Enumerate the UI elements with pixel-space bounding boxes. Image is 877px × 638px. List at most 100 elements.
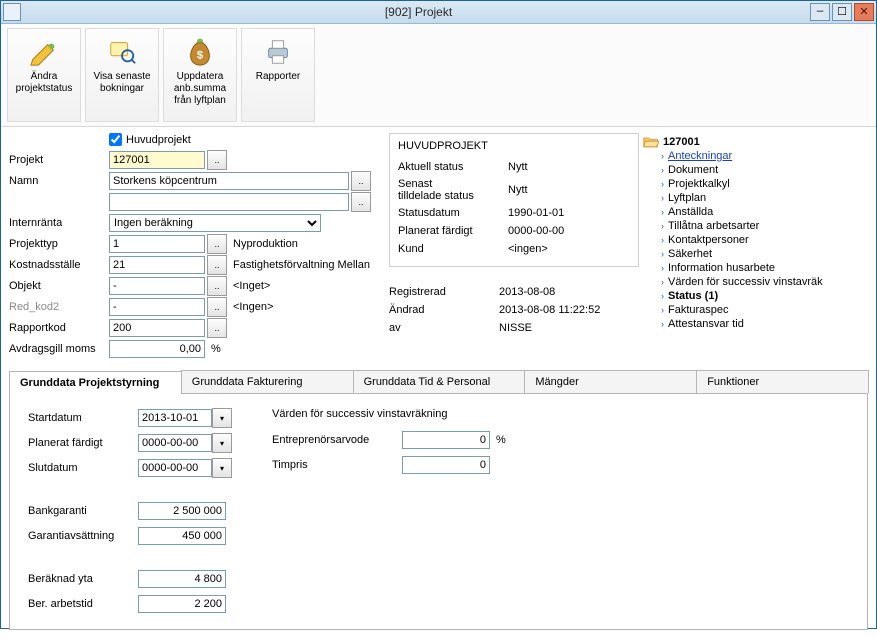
aktuell-status-value: Nytt bbox=[508, 161, 528, 173]
huvudprojekt-checkbox[interactable] bbox=[109, 133, 122, 146]
redkod-picker[interactable]: .. bbox=[207, 297, 227, 317]
toolbtn-label: Ändra projektstatus bbox=[16, 71, 73, 95]
namn-input[interactable] bbox=[109, 172, 349, 190]
status-header: HUVUDPROJEKT bbox=[398, 140, 630, 152]
ent-unit: % bbox=[496, 434, 506, 446]
objekt-input[interactable] bbox=[109, 277, 205, 295]
av-value: NISSE bbox=[499, 322, 532, 334]
change-status-button[interactable]: Ändra projektstatus bbox=[7, 28, 81, 122]
ent-input[interactable] bbox=[402, 431, 490, 449]
tree-dokument[interactable]: ›Dokument bbox=[643, 163, 864, 177]
tab-fakturering[interactable]: Grunddata Fakturering bbox=[181, 370, 354, 393]
namn-picker[interactable]: .. bbox=[351, 171, 371, 191]
planerat-value: 0000-00-00 bbox=[508, 225, 564, 237]
kostnadsstalle-picker[interactable]: .. bbox=[207, 255, 227, 275]
bankgaranti-input[interactable] bbox=[138, 502, 226, 520]
tab-projektstyrning[interactable]: Grunddata Projektstyrning bbox=[9, 371, 182, 394]
yta-input[interactable] bbox=[138, 570, 226, 588]
registrerad-label: Registrerad bbox=[389, 286, 499, 298]
yta-label: Beräknad yta bbox=[28, 573, 138, 585]
kostnadsstalle-after: Fastighetsförvaltning Mellan bbox=[233, 259, 370, 271]
registrerad-value: 2013-08-08 bbox=[499, 286, 555, 298]
kostnadsstalle-label: Kostnadsställe bbox=[9, 259, 109, 271]
maximize-button[interactable]: ☐ bbox=[832, 3, 852, 21]
rapportkod-input[interactable] bbox=[109, 319, 205, 337]
arbetstid-input[interactable] bbox=[138, 595, 226, 613]
tree-kontaktpersoner[interactable]: ›Kontaktpersoner bbox=[643, 233, 864, 247]
projekt-picker[interactable]: .. bbox=[207, 150, 227, 170]
status-box: HUVUDPROJEKT Aktuell statusNytt Senast t… bbox=[389, 133, 639, 267]
projekttyp-picker[interactable]: .. bbox=[207, 234, 227, 254]
edit-status-icon bbox=[29, 37, 59, 67]
redkod-label: Red_kod2 bbox=[9, 301, 109, 313]
toolbtn-label: Uppdatera anb.summa från lyftplan bbox=[174, 71, 226, 107]
objekt-after: <Inget> bbox=[233, 280, 270, 292]
tree-arbetsarter[interactable]: ›Tillåtna arbetsarter bbox=[643, 219, 864, 233]
garantiavs-label: Garantiavsättning bbox=[28, 530, 138, 542]
internranta-select[interactable]: Ingen beräkning bbox=[109, 214, 321, 232]
slutdatum-input[interactable] bbox=[138, 459, 212, 477]
objekt-label: Objekt bbox=[9, 280, 109, 292]
statusdatum-value: 1990-01-01 bbox=[508, 207, 564, 219]
minimize-button[interactable]: — bbox=[810, 3, 830, 21]
redkod-after: <Ingen> bbox=[233, 301, 273, 313]
namn2-input[interactable] bbox=[109, 193, 349, 211]
tree-vinstavrak[interactable]: ›Värden för successiv vinstavräk bbox=[643, 275, 864, 289]
startdatum-dropdown[interactable]: ▾ bbox=[212, 408, 232, 428]
show-bookings-button[interactable]: Visa senaste bokningar bbox=[85, 28, 159, 122]
toolbtn-label: Rapporter bbox=[256, 71, 300, 83]
moms-input[interactable] bbox=[109, 340, 205, 358]
svg-text:$: $ bbox=[197, 50, 204, 62]
andrad-value: 2013-08-08 11:22:52 bbox=[499, 304, 600, 316]
planerat-fardigt-dropdown[interactable]: ▾ bbox=[212, 433, 232, 453]
projekt-input[interactable] bbox=[109, 151, 205, 169]
rapportkod-label: Rapportkod bbox=[9, 322, 109, 334]
objekt-picker[interactable]: .. bbox=[207, 276, 227, 296]
kostnadsstalle-input[interactable] bbox=[109, 256, 205, 274]
tree-fakturaspec[interactable]: ›Fakturaspec bbox=[643, 303, 864, 317]
planerat-fardigt-label: Planerat färdigt bbox=[28, 437, 138, 449]
money-bag-icon: $ bbox=[185, 37, 215, 67]
folder-open-icon bbox=[643, 135, 659, 149]
tree-projektkalkyl[interactable]: ›Projektkalkyl bbox=[643, 177, 864, 191]
close-button[interactable]: ✕ bbox=[854, 3, 874, 21]
tree-lyftplan[interactable]: ›Lyftplan bbox=[643, 191, 864, 205]
namn2-picker[interactable]: .. bbox=[351, 192, 371, 212]
kund-value: <ingen> bbox=[508, 243, 548, 255]
tab-mangder[interactable]: Mängder bbox=[524, 370, 697, 393]
kund-label: Kund bbox=[398, 243, 508, 255]
window-title: [902] Projekt bbox=[27, 5, 810, 19]
reports-button[interactable]: Rapporter bbox=[241, 28, 315, 122]
planerat-label: Planerat färdigt bbox=[398, 225, 508, 237]
slutdatum-dropdown[interactable]: ▾ bbox=[212, 458, 232, 478]
rapportkod-picker[interactable]: .. bbox=[207, 318, 227, 338]
garantiavs-input[interactable] bbox=[138, 527, 226, 545]
tree-status[interactable]: ›Status (1) bbox=[643, 289, 864, 303]
tree-anteckningar[interactable]: ›Anteckningar bbox=[643, 149, 864, 163]
huvudprojekt-label: Huvudprojekt bbox=[126, 134, 191, 146]
redkod-input[interactable] bbox=[109, 298, 205, 316]
timpris-input[interactable] bbox=[402, 456, 490, 474]
system-menu-icon[interactable] bbox=[3, 3, 21, 21]
aktuell-status-label: Aktuell status bbox=[398, 161, 508, 173]
update-sum-button[interactable]: $ Uppdatera anb.summa från lyftplan bbox=[163, 28, 237, 122]
tab-funktioner[interactable]: Funktioner bbox=[696, 370, 869, 393]
tab-tid-personal[interactable]: Grunddata Tid & Personal bbox=[353, 370, 526, 393]
tab-body: Startdatum▾ Planerat färdigt▾ Slutdatum▾… bbox=[9, 394, 868, 630]
tree-husarbete[interactable]: ›Information husarbete bbox=[643, 261, 864, 275]
startdatum-label: Startdatum bbox=[28, 412, 138, 424]
tree-root[interactable]: 127001 bbox=[643, 135, 864, 149]
senast-status-label: Senast tilldelade status bbox=[398, 178, 508, 202]
senast-status-value: Nytt bbox=[508, 184, 528, 196]
tree-attestansvar[interactable]: ›Attestansvar tid bbox=[643, 317, 864, 331]
startdatum-input[interactable] bbox=[138, 409, 212, 427]
tree-sakerhet[interactable]: ›Säkerhet bbox=[643, 247, 864, 261]
tree-anstallda[interactable]: ›Anställda bbox=[643, 205, 864, 219]
bankgaranti-label: Bankgaranti bbox=[28, 505, 138, 517]
av-label: av bbox=[389, 322, 499, 334]
andrad-label: Ändrad bbox=[389, 304, 499, 316]
projekttyp-input[interactable] bbox=[109, 235, 205, 253]
planerat-fardigt-input[interactable] bbox=[138, 434, 212, 452]
arbetstid-label: Ber. arbetstid bbox=[28, 598, 138, 610]
app-window: [902] Projekt — ☐ ✕ Ändra projektstatus … bbox=[0, 0, 877, 629]
